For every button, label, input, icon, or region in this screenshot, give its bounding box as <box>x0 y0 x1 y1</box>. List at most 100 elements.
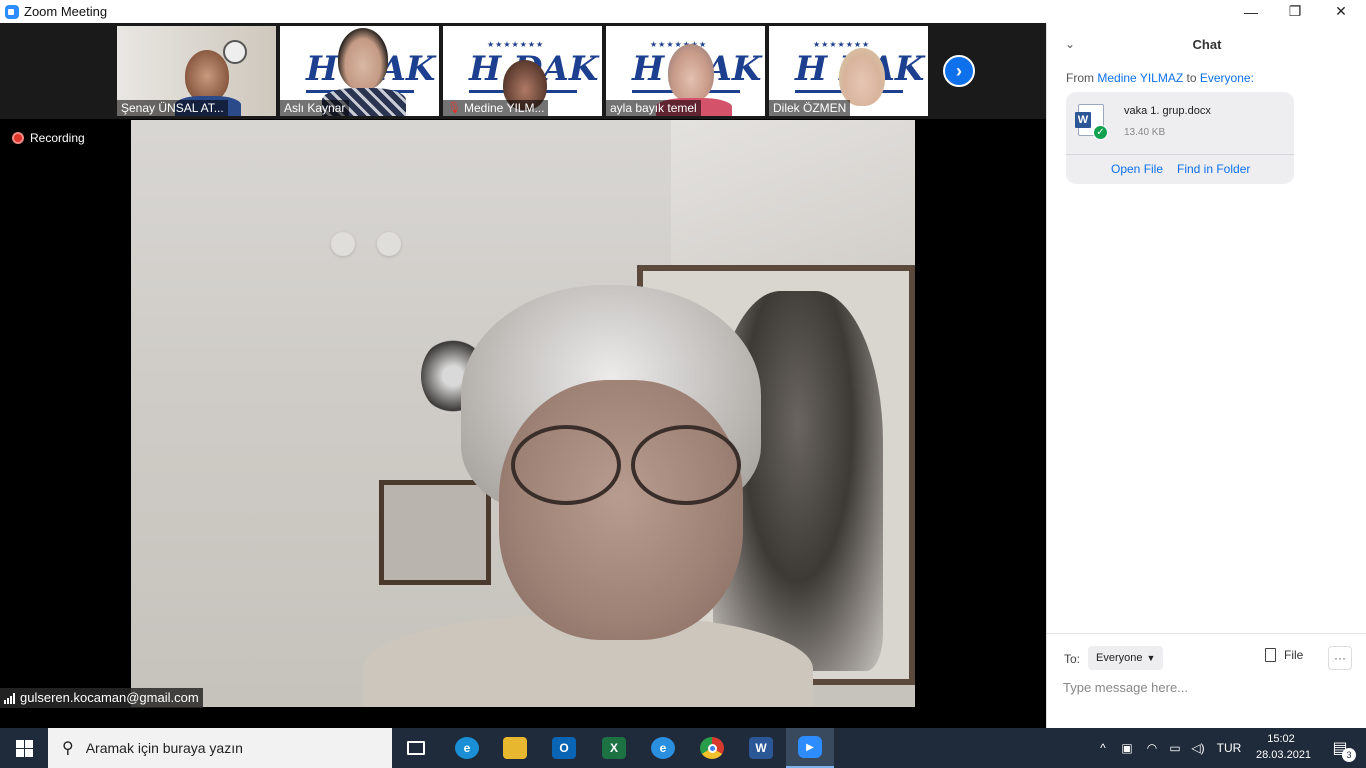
participant-face <box>185 50 229 102</box>
chat-header: ⌄ Chat <box>1047 23 1366 67</box>
internet-explorer-icon: e <box>651 737 675 759</box>
participant-name: Aslı Kaynar <box>284 101 346 115</box>
muted-mic-icon: 🎙 <box>447 102 461 114</box>
speaker-name: gulseren.kocaman@gmail.com <box>20 690 199 705</box>
clock-time: 15:02 <box>1267 733 1295 745</box>
glasses-lens-left <box>511 425 621 505</box>
chat-title: Chat <box>1192 37 1222 52</box>
message-sender-line: From Medine YILMAZ to Everyone: <box>1066 71 1254 85</box>
open-file-link[interactable]: Open File <box>1111 162 1163 176</box>
taskbar-search-box[interactable]: ⚲ <box>48 728 392 768</box>
outlook-icon: O <box>552 737 576 759</box>
restore-button[interactable]: ❐ <box>1272 0 1318 23</box>
volume-icon[interactable]: ◁) <box>1188 728 1208 768</box>
task-view-button[interactable] <box>392 728 440 768</box>
recipient-name[interactable]: Everyone: <box>1200 71 1254 85</box>
meeting-area: Şenay ÜNSAL AT... H DAK Aslı Kaynar ★★★★… <box>0 23 1046 728</box>
to-word: to <box>1186 71 1197 85</box>
show-hidden-icons-button[interactable]: ^ <box>1094 728 1112 768</box>
to-label: To: <box>1064 652 1081 666</box>
chat-panel: ⌄ Chat From Medine YILMAZ to Everyone: W… <box>1046 23 1366 728</box>
taskbar-clock[interactable]: 15:02 28.03.2021 <box>1256 731 1312 763</box>
recording-indicator[interactable]: Recording <box>12 131 85 145</box>
participant-thumbnail[interactable]: H DAK Aslı Kaynar <box>280 26 439 116</box>
chrome-icon <box>700 737 724 759</box>
speaker-face <box>499 380 743 640</box>
chevron-down-icon: ▼ <box>1146 653 1156 663</box>
zoom-app-icon <box>5 4 19 19</box>
divider <box>1066 154 1294 155</box>
check-icon: ✓ <box>1093 125 1108 140</box>
input-language[interactable]: TUR <box>1212 728 1246 768</box>
file-icon <box>1265 648 1276 662</box>
wall-clock <box>223 40 247 64</box>
logo-stars: ★★★★★★★ <box>487 40 545 49</box>
title-bar: Zoom Meeting — ❐ ✕ <box>0 0 1366 23</box>
search-input[interactable] <box>85 740 366 756</box>
search-icon: ⚲ <box>62 740 74 757</box>
message-input[interactable] <box>1063 676 1353 698</box>
wall-knob <box>331 232 355 256</box>
sender-name[interactable]: Medine YILMAZ <box>1097 71 1183 85</box>
participant-thumbnail[interactable]: ★★★★★★★ H DAK 🎙 Medine YILM... <box>443 26 602 116</box>
chrome-app[interactable] <box>688 728 736 768</box>
word-document-icon: W ✓ <box>1075 104 1108 140</box>
word-app[interactable]: W <box>737 728 785 768</box>
file-message-card: W ✓ vaka 1. grup.docx 13.40 KB Open File… <box>1066 92 1294 184</box>
word-logo: W <box>1075 112 1091 128</box>
clock-date: 28.03.2021 <box>1256 749 1312 761</box>
windows-taskbar: ⚲ e O X e W ▶ ^ ▣ ◠ ▭ ◁) TUR 15:02 28.03… <box>0 728 1366 768</box>
next-page-button[interactable]: › <box>943 55 975 87</box>
send-file-button[interactable]: File <box>1265 648 1303 662</box>
battery-icon[interactable]: ▭ <box>1165 728 1185 768</box>
file-button-label: File <box>1284 648 1304 662</box>
word-icon: W <box>749 737 773 759</box>
speaker-name-label: gulseren.kocaman@gmail.com <box>0 688 203 708</box>
small-picture-frame <box>379 480 491 585</box>
glasses-lens-right <box>631 425 741 505</box>
record-dot-icon <box>12 132 24 144</box>
meet-now-icon[interactable]: ▣ <box>1118 728 1136 768</box>
participant-strip: Şenay ÜNSAL AT... H DAK Aslı Kaynar ★★★★… <box>0 23 1046 119</box>
notification-count: 3 <box>1342 748 1356 762</box>
file-explorer-app[interactable] <box>491 728 539 768</box>
participant-face <box>668 44 714 102</box>
more-options-button[interactable]: ··· <box>1328 646 1352 670</box>
start-button[interactable] <box>0 728 48 768</box>
excel-app[interactable]: X <box>590 728 638 768</box>
zoom-icon: ▶ <box>798 736 822 758</box>
signal-strength-icon <box>4 692 15 704</box>
edge-app[interactable]: e <box>443 728 491 768</box>
participant-face <box>338 28 388 90</box>
wall-knob <box>377 232 401 256</box>
folder-icon <box>503 737 527 759</box>
task-view-icon <box>407 741 425 755</box>
from-label: From <box>1066 71 1094 85</box>
internet-explorer-app[interactable]: e <box>639 728 687 768</box>
close-button[interactable]: ✕ <box>1318 0 1364 23</box>
participant-thumbnail[interactable]: ★★★★★★★ H DAK ayla bayık temel <box>606 26 765 116</box>
recording-label: Recording <box>30 131 85 145</box>
recipient-value: Everyone <box>1096 652 1143 664</box>
file-size: 13.40 KB <box>1124 127 1166 138</box>
file-name: vaka 1. grup.docx <box>1124 105 1211 117</box>
participant-name: ayla bayık temel <box>610 101 697 115</box>
excel-icon: X <box>602 737 626 759</box>
window-title: Zoom Meeting <box>24 4 108 19</box>
windows-logo-icon <box>15 739 33 757</box>
participant-face <box>839 48 885 106</box>
participant-thumbnail[interactable]: Şenay ÜNSAL AT... <box>117 26 276 116</box>
participant-name: Medine YILM... <box>463 101 545 115</box>
active-speaker-video <box>131 120 915 707</box>
find-in-folder-link[interactable]: Find in Folder <box>1177 162 1250 176</box>
recipient-dropdown[interactable]: Everyone ▼ <box>1088 646 1164 670</box>
wifi-icon[interactable]: ◠ <box>1142 728 1162 768</box>
minimize-button[interactable]: — <box>1228 0 1274 23</box>
chat-composer: To: Everyone ▼ File ··· <box>1047 633 1366 728</box>
action-center-button[interactable]: ▤ 3 <box>1320 728 1360 768</box>
wall-shadow <box>671 120 915 270</box>
participant-thumbnail[interactable]: ★★★★★★★ H DAK Dilek ÖZMEN <box>769 26 928 116</box>
outlook-app[interactable]: O <box>540 728 588 768</box>
participant-name: Şenay ÜNSAL AT... <box>121 101 224 115</box>
zoom-app[interactable]: ▶ <box>786 728 834 768</box>
